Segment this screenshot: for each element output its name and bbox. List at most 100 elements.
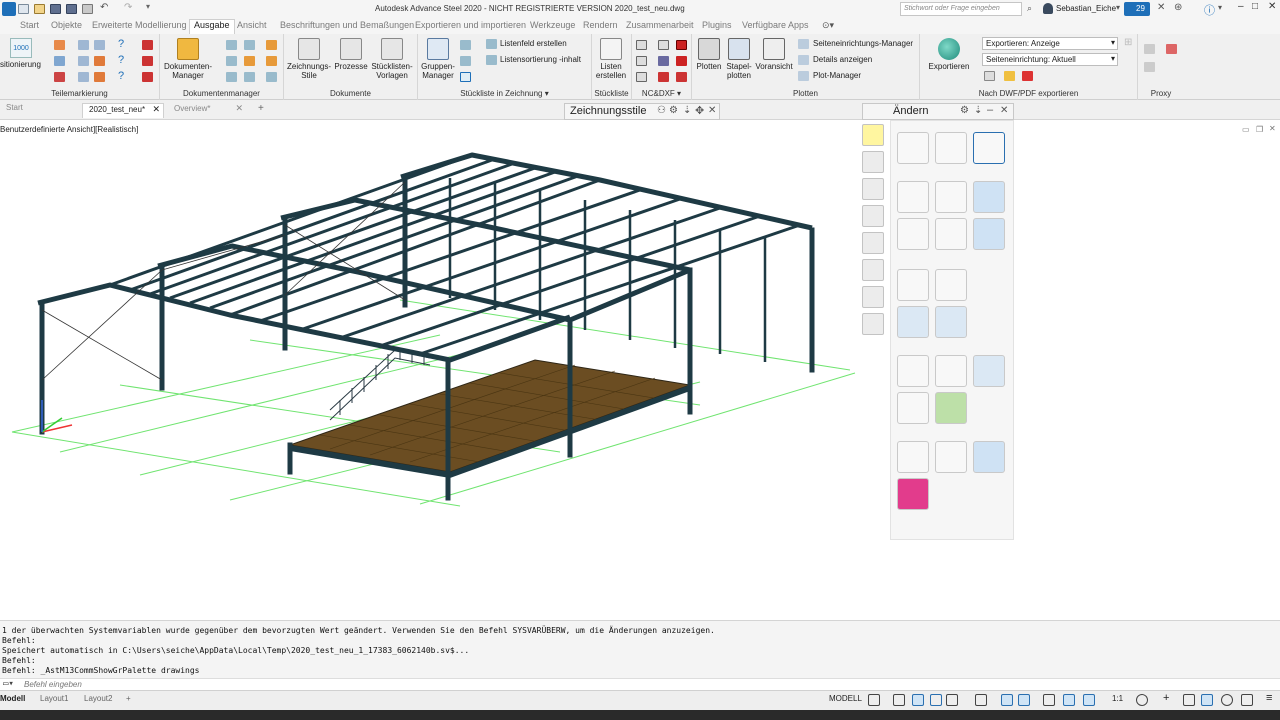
new-tab-icon[interactable]: + <box>258 103 264 114</box>
break-button[interactable] <box>935 355 967 387</box>
tab-rendern[interactable]: Rendern <box>583 20 618 30</box>
rotate3d-button[interactable] <box>897 218 929 250</box>
trim-button[interactable] <box>897 269 929 301</box>
mark-group-icon[interactable] <box>54 56 65 66</box>
viewport-close-icon[interactable]: ✕ <box>1269 124 1276 133</box>
prozesse-button[interactable]: Prozesse <box>334 38 368 71</box>
open-file-icon[interactable] <box>34 4 45 14</box>
tab-objekte[interactable]: Objekte <box>51 20 82 30</box>
settings-icon[interactable]: ⚙ <box>669 105 678 116</box>
exchange-icon[interactable]: ✕ <box>1157 2 1165 13</box>
tool-profile[interactable] <box>862 178 884 200</box>
tab-start[interactable]: Start <box>20 20 39 30</box>
transparency-icon[interactable] <box>1043 694 1055 706</box>
prefix2-icon[interactable] <box>94 56 105 66</box>
tab-ausgabe[interactable]: Ausgabe <box>189 19 235 34</box>
tab-layout1[interactable]: Layout1 <box>40 694 68 703</box>
doc-list-icon[interactable] <box>226 72 237 82</box>
tool-highlight[interactable] <box>862 124 884 146</box>
close-tab-icon[interactable]: ✕ <box>235 103 243 114</box>
tab-werkzeuge[interactable]: Werkzeuge <box>530 20 575 30</box>
nc-icon-9[interactable] <box>676 72 687 82</box>
fillet-button[interactable] <box>897 306 929 338</box>
nc-icon-6[interactable] <box>676 56 687 66</box>
tab-erweiterte-modellierung[interactable]: Erweiterte Modellierung <box>92 20 187 30</box>
export-small-icon-3[interactable] <box>1022 71 1033 81</box>
extend-button[interactable] <box>935 269 967 301</box>
connect-icon[interactable]: ⊛ <box>1174 2 1182 13</box>
tab-zusammenarbeit[interactable]: Zusammenarbeit <box>626 20 694 30</box>
user-name[interactable]: Sebastian_Eiche <box>1056 4 1116 13</box>
close-tab-icon[interactable]: ✕ <box>152 104 160 115</box>
clean-screen-icon[interactable] <box>1241 694 1253 706</box>
help-icon[interactable]: ⓘ <box>1204 2 1215 18</box>
workspace-gear-icon[interactable] <box>1136 694 1148 706</box>
panel-title-ncdxf[interactable]: NC&DXF ▾ <box>632 89 691 98</box>
qat-dropdown-icon[interactable]: ▾ <box>146 2 150 11</box>
chamfer-button[interactable] <box>935 306 967 338</box>
stretch-button[interactable] <box>897 355 929 387</box>
lengthen-button[interactable] <box>897 441 929 473</box>
voransicht-button[interactable]: Voransicht <box>754 38 794 71</box>
mirror-button[interactable] <box>935 181 967 213</box>
query2-icon[interactable]: ? <box>118 54 124 66</box>
add-icon[interactable]: + <box>1163 692 1169 704</box>
doc-sync-icon[interactable] <box>266 40 277 50</box>
customize-icon[interactable]: ≡ <box>1266 692 1272 704</box>
hardware-icon[interactable] <box>1221 694 1233 706</box>
tool-plate[interactable] <box>862 259 884 281</box>
model-viewport[interactable]: Benutzerdefinierte Ansicht][Realistisch]… <box>0 120 1280 620</box>
tab-beschriftungen[interactable]: Beschriftungen und Bemaßungen <box>280 20 414 30</box>
user-icon[interactable] <box>1043 3 1053 14</box>
search-input[interactable]: Stichwort oder Frage eingeben <box>900 2 1022 16</box>
move-icon[interactable]: ✥ <box>695 104 704 117</box>
lineweight-icon[interactable] <box>1018 694 1030 706</box>
redo-icon[interactable]: ↷ <box>124 2 132 13</box>
positionierung-button[interactable]: 1000 sitionierung <box>0 38 42 78</box>
flag-icon[interactable] <box>142 40 153 50</box>
doc-sync2-icon[interactable] <box>266 56 277 66</box>
seiteneinrichtungs-manager-button[interactable]: Seiteneinrichtungs-Manager <box>813 39 913 48</box>
doctab-2020-test-neu[interactable]: 2020_test_neu* ✕ <box>82 103 164 118</box>
details-anzeigen-button[interactable]: Details anzeigen <box>813 55 872 64</box>
rotate-button[interactable] <box>897 181 929 213</box>
minimize-icon[interactable]: – <box>987 104 993 116</box>
snap-icon[interactable] <box>893 694 905 706</box>
renumber-icon[interactable] <box>78 72 89 82</box>
mark-clear-icon[interactable] <box>54 72 65 82</box>
proxy-icon-3[interactable] <box>1144 62 1155 72</box>
user-dropdown-icon[interactable]: ▾ <box>1116 3 1120 12</box>
join-button[interactable] <box>973 355 1005 387</box>
doctab-overview[interactable]: Overview* ✕ <box>168 103 246 118</box>
undo-icon[interactable]: ↶ <box>100 2 108 13</box>
dokumenten-manager-button[interactable]: Dokumenten- Manager <box>162 38 214 80</box>
export-small-icon-2[interactable] <box>1004 71 1015 81</box>
viewport-restore-icon[interactable]: ❐ <box>1256 125 1263 134</box>
polar-icon[interactable] <box>930 694 942 706</box>
bom-icon-2[interactable] <box>460 56 471 66</box>
tab-layout2[interactable]: Layout2 <box>84 694 112 703</box>
listen-erstellen-button[interactable]: Listen erstellen <box>592 38 630 80</box>
tab-ansicht[interactable]: Ansicht <box>237 20 267 30</box>
tab-exportieren-importieren[interactable]: Exportieren und importieren <box>415 20 526 30</box>
annotation-visibility-icon[interactable] <box>1083 694 1095 706</box>
explode-button[interactable] <box>897 392 929 424</box>
query3-icon[interactable]: ? <box>118 70 124 82</box>
close-icon[interactable]: ✕ <box>708 105 716 116</box>
stapelplotten-button[interactable]: Stapel- plotten <box>724 38 754 80</box>
page-setup-select[interactable]: Seiteneinrichtung: Aktuell ▾ <box>982 53 1118 66</box>
tool-rect[interactable] <box>862 232 884 254</box>
offset-button[interactable] <box>973 132 1005 164</box>
close-icon[interactable]: ✕ <box>1000 105 1008 116</box>
minimize-icon[interactable]: – <box>1238 1 1244 12</box>
help-dropdown-icon[interactable]: ▾ <box>1218 3 1222 12</box>
nc-icon-5[interactable] <box>658 56 669 66</box>
notification-badge[interactable]: 29 <box>1124 2 1150 16</box>
close-icon[interactable]: ✕ <box>1268 1 1276 12</box>
osnap-track-icon[interactable] <box>975 694 987 706</box>
units-icon[interactable] <box>1183 694 1195 706</box>
model-space-toggle[interactable]: MODELL <box>829 694 862 703</box>
prefix-icon[interactable] <box>78 56 89 66</box>
zeichnungsstile-button[interactable]: Zeichnungs- Stile <box>284 38 334 80</box>
tab-verfuegbare-apps[interactable]: Verfügbare Apps <box>742 20 809 30</box>
